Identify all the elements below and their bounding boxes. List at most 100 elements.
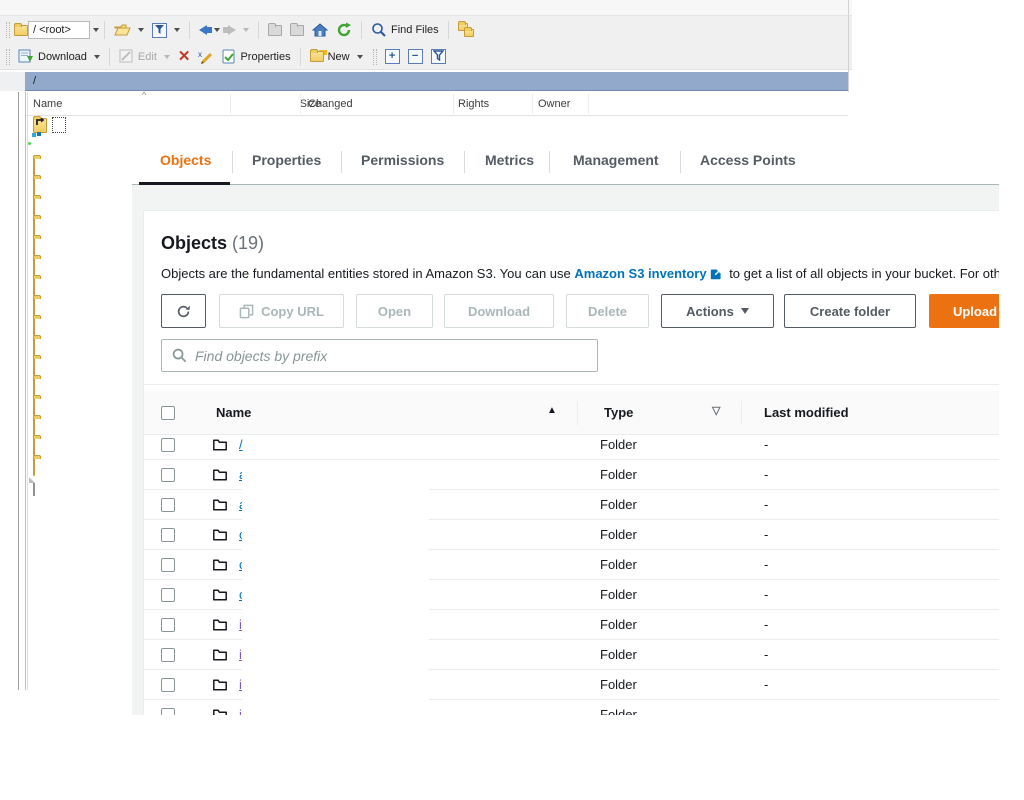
refresh-button[interactable] — [332, 20, 356, 40]
home-directory-button[interactable] — [308, 21, 332, 39]
find-files-button[interactable]: Find Files — [367, 20, 443, 40]
folder-list-item[interactable] — [33, 318, 35, 336]
folder-list-item[interactable] — [33, 278, 35, 296]
open-directory-caret-icon[interactable] — [138, 28, 144, 32]
svg-text:x: x — [198, 50, 202, 59]
search-box[interactable] — [161, 339, 598, 372]
tab-objects[interactable]: Objects — [160, 152, 211, 168]
object-type: Folder — [600, 617, 637, 632]
s3-inventory-link[interactable]: Amazon S3 inventory — [574, 266, 706, 281]
delete-button[interactable]: ✕ — [174, 48, 195, 66]
sort-inactive-icon[interactable]: ▽ — [712, 404, 720, 417]
toolbar-grip-handle[interactable] — [373, 49, 377, 65]
column-divider[interactable] — [453, 94, 454, 114]
object-name-link[interactable]: / — [239, 437, 243, 452]
select-all-checkbox[interactable] — [161, 406, 175, 420]
folder-list-item[interactable] — [33, 258, 35, 276]
tab-management[interactable]: Management — [573, 152, 659, 168]
folder-list-item[interactable] — [33, 458, 35, 476]
file-panel-header: ^ Name Size Changed Rights Owner — [25, 92, 848, 116]
path-dropdown-caret-icon[interactable] — [93, 28, 99, 32]
column-header-owner[interactable]: Owner — [538, 98, 570, 110]
expand-button[interactable]: + — [381, 47, 404, 66]
row-checkbox[interactable] — [161, 588, 175, 602]
object-last-modified: - — [764, 707, 768, 715]
column-header-changed[interactable]: Changed — [308, 98, 353, 110]
folder-list-item[interactable] — [33, 418, 35, 436]
refresh-icon — [336, 22, 352, 38]
column-header-rights[interactable]: Rights — [458, 98, 489, 110]
folder-list-item[interactable] — [33, 438, 35, 456]
new-button[interactable]: New — [306, 49, 367, 65]
row-checkbox[interactable] — [161, 708, 175, 715]
tab-divider — [341, 151, 342, 173]
folder-icon — [212, 707, 228, 715]
folder-list-item[interactable] — [33, 238, 35, 256]
toolbar-grip-handle[interactable] — [6, 22, 10, 38]
download-label: Download — [38, 51, 87, 63]
download-button[interactable]: Download — [14, 47, 104, 66]
row-checkbox[interactable] — [161, 618, 175, 632]
folder-list-item[interactable] — [33, 178, 35, 196]
row-checkbox[interactable] — [161, 498, 175, 512]
search-input[interactable] — [195, 348, 587, 364]
row-checkbox[interactable] — [161, 558, 175, 572]
tab-divider — [232, 151, 233, 173]
column-divider[interactable] — [588, 94, 589, 114]
row-checkbox[interactable] — [161, 468, 175, 482]
path-combobox[interactable]: / <root> — [28, 21, 90, 39]
create-folder-button[interactable]: Create folder — [784, 294, 916, 328]
open-directory-button[interactable] — [110, 21, 148, 39]
column-divider[interactable] — [532, 94, 533, 114]
folder-list-item[interactable] — [33, 198, 35, 216]
synchronize-button[interactable] — [454, 20, 480, 40]
tab-permissions[interactable]: Permissions — [361, 152, 444, 168]
folder-list-item[interactable] — [33, 158, 35, 176]
new-caret-icon[interactable] — [357, 55, 363, 59]
column-header-name[interactable]: Name — [33, 98, 62, 110]
folder-icon — [212, 677, 228, 693]
file-list-item[interactable] — [33, 478, 35, 496]
row-checkbox[interactable] — [161, 528, 175, 542]
sort-ascending-caret: ^ — [142, 90, 146, 100]
copy-url-label: Copy URL — [261, 304, 324, 319]
folder-list-item[interactable] — [33, 338, 35, 356]
sort-ascending-icon[interactable]: ▲ — [547, 405, 557, 416]
refresh-objects-button[interactable] — [161, 294, 206, 328]
tab-access-points[interactable]: Access Points — [700, 152, 796, 168]
row-checkbox[interactable] — [161, 648, 175, 662]
address-bar[interactable]: / — [25, 72, 848, 91]
filter-caret-icon[interactable] — [174, 28, 180, 32]
tab-properties[interactable]: Properties — [252, 152, 321, 168]
up-arrow-icon — [34, 116, 46, 128]
properties-button[interactable]: Properties — [218, 47, 294, 66]
table-header-last-modified[interactable]: Last modified — [764, 405, 849, 420]
actions-menu-button[interactable]: Actions — [661, 294, 774, 328]
back-button[interactable] — [195, 23, 224, 37]
folder-list-item[interactable] — [33, 378, 35, 396]
toolbar-grip-handle[interactable] — [6, 49, 10, 65]
download-caret-icon[interactable] — [94, 55, 100, 59]
rename-pencil-icon: x — [198, 49, 214, 64]
filter-panel-button[interactable] — [427, 47, 450, 66]
folder-list-item[interactable] — [33, 298, 35, 316]
filter-button[interactable] — [148, 21, 184, 40]
table-header-name[interactable]: Name — [216, 405, 251, 420]
column-divider[interactable] — [230, 94, 231, 114]
back-caret-icon[interactable] — [214, 28, 220, 32]
object-type: Folder — [600, 647, 637, 662]
folder-list-item[interactable] — [33, 358, 35, 376]
row-checkbox[interactable] — [161, 438, 175, 452]
tab-metrics[interactable]: Metrics — [485, 152, 534, 168]
forward-caret-icon — [243, 28, 249, 32]
upload-button[interactable]: Upload — [929, 294, 999, 328]
column-divider[interactable] — [300, 94, 301, 114]
table-header-type[interactable]: Type — [604, 405, 633, 420]
row-checkbox[interactable] — [161, 678, 175, 692]
objects-count-badge: (19) — [232, 233, 264, 253]
object-last-modified: - — [764, 617, 768, 632]
folder-list-item[interactable] — [33, 218, 35, 236]
rename-button[interactable]: x — [194, 47, 218, 66]
collapse-button[interactable]: − — [404, 47, 427, 66]
folder-list-item[interactable] — [33, 398, 35, 416]
